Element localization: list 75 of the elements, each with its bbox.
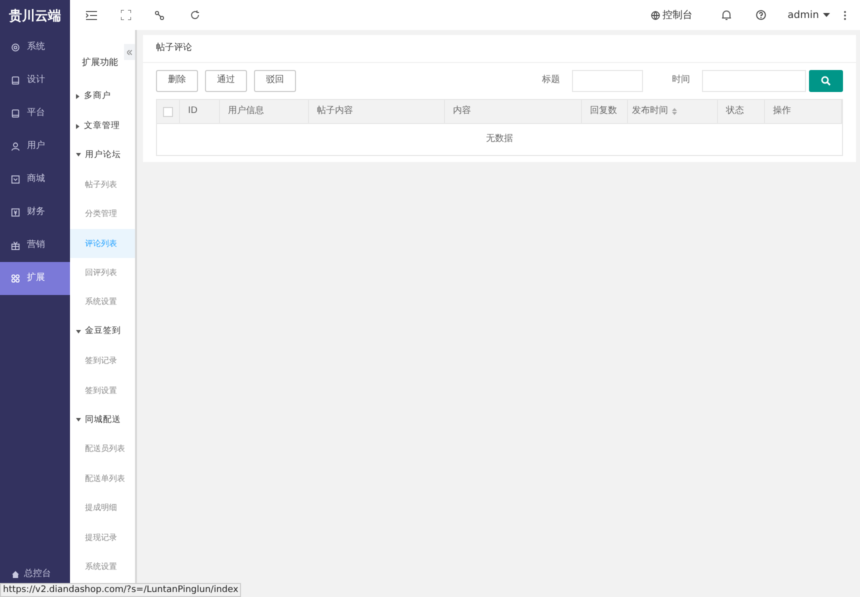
device-icon	[11, 76, 20, 85]
action-button[interactable]: 驳回	[254, 70, 296, 92]
submenu-item[interactable]: 回评列表	[70, 258, 135, 288]
device-icon	[11, 109, 20, 118]
column-title: 帖子内容	[317, 104, 353, 118]
gift-icon	[11, 241, 20, 250]
search-icon	[821, 76, 831, 86]
console-link[interactable]: 控制台	[650, 8, 693, 22]
nav-item[interactable]: 设计	[0, 64, 70, 97]
brand-logo: 贵川云端	[8, 8, 62, 26]
filter-input[interactable]	[572, 70, 643, 92]
user-menu[interactable]: admin	[788, 8, 830, 22]
submenu-group[interactable]: 用户论坛	[70, 140, 135, 170]
nav-item[interactable]: 用户	[0, 130, 70, 163]
menu-fold-icon[interactable]	[86, 10, 97, 20]
collapse-button[interactable]	[124, 44, 135, 60]
nav-item[interactable]: 扩展	[0, 262, 70, 295]
user-icon	[11, 142, 20, 151]
home-icon	[12, 570, 19, 578]
column-title: 状态	[726, 104, 744, 118]
grid-icon	[11, 274, 20, 283]
submenu-item[interactable]: 配送单列表	[70, 464, 135, 494]
column-title: 回复数	[590, 104, 617, 118]
fullscreen-icon[interactable]	[121, 10, 131, 20]
nav-item[interactable]: 商城	[0, 163, 70, 196]
double-chevron-icon	[127, 50, 132, 54]
link-icon[interactable]	[155, 10, 164, 20]
nav-item[interactable]: 营销	[0, 229, 70, 262]
caret-right-icon	[76, 124, 80, 129]
action-button[interactable]: 删除	[156, 70, 198, 92]
submenu-item[interactable]: 配送员列表	[70, 434, 135, 464]
gear-icon	[11, 43, 20, 52]
submenu-item[interactable]: 提现记录	[70, 522, 135, 552]
submenu-item[interactable]: 分类管理	[70, 200, 135, 229]
column-title: 发布时间	[632, 104, 668, 118]
submenu-group[interactable]: 文章管理	[70, 111, 135, 141]
submenu-item[interactable]: 提成明细	[70, 493, 135, 523]
empty-message: 无数据	[486, 132, 513, 146]
caret-down-icon	[76, 153, 81, 158]
url-tooltip: https://v2.diandashop.com/?s=/LuntanPinglun/index	[0, 583, 242, 597]
caret-down-icon	[76, 330, 81, 334]
select-all-checkbox[interactable]	[163, 106, 173, 116]
action-button[interactable]: 通过	[205, 70, 247, 92]
bell-icon[interactable]	[722, 10, 731, 20]
nav-item[interactable]: 系统	[0, 31, 70, 64]
wallet-icon	[11, 208, 20, 217]
submenu-group[interactable]: 同城配送	[70, 405, 135, 435]
help-icon[interactable]	[756, 10, 766, 20]
submenu-item[interactable]: 签到记录	[70, 346, 135, 376]
submenu-item[interactable]: 系统设置	[70, 288, 135, 318]
nav-item[interactable]: 平台	[0, 97, 70, 130]
nav-item[interactable]: 财务	[0, 196, 70, 229]
refresh-icon[interactable]	[190, 10, 200, 20]
submenu-item[interactable]: 系统设置	[70, 552, 135, 582]
submenu-title: 扩展功能	[82, 56, 118, 70]
submenu-group[interactable]: 多商户	[70, 82, 135, 112]
submenu-group[interactable]: 金豆签到	[70, 317, 135, 347]
column-title: ID	[188, 104, 198, 118]
globe-icon	[650, 10, 660, 20]
nav-footer-item[interactable]: 总控台	[0, 568, 51, 581]
search-button[interactable]	[809, 70, 843, 92]
column-title: 内容	[453, 104, 471, 118]
column-title: 用户信息	[228, 104, 264, 118]
filter-input[interactable]	[702, 70, 806, 92]
filter-label: 标题	[542, 74, 560, 88]
submenu-item[interactable]: 签到设置	[70, 376, 135, 406]
column-header[interactable]: 发布时间	[628, 100, 718, 123]
submenu-item[interactable]: 帖子列表	[70, 170, 135, 200]
caret-icon	[823, 13, 830, 17]
caret-down-icon	[76, 418, 81, 422]
card-title: 帖子评论	[156, 42, 192, 55]
filter-label: 时间	[672, 74, 690, 88]
box-icon	[11, 175, 20, 184]
caret-right-icon	[76, 94, 80, 100]
column-title: 操作	[773, 104, 791, 118]
